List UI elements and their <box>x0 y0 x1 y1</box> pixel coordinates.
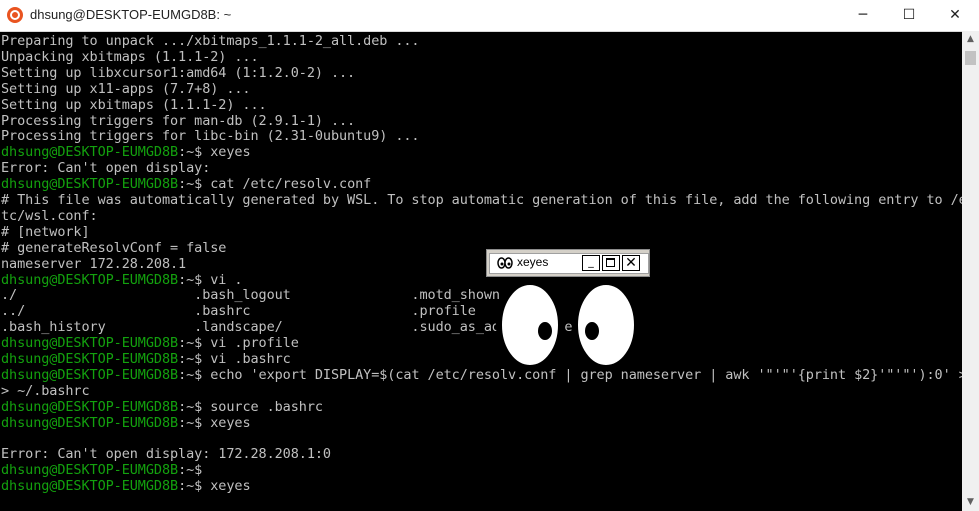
shell-prompt: dhsung@DESKTOP-EUMGD8B <box>1 271 179 288</box>
xeyes-minimize-button[interactable]: _ <box>582 255 600 271</box>
terminal-line: Preparing to unpack .../xbitmaps_1.1.1-2… <box>1 33 420 49</box>
terminal-text: # This file was automatically generated … <box>1 192 962 208</box>
terminal-line: dhsung@DESKTOP-EUMGD8B:~$ xeyes <box>1 415 251 431</box>
terminal-line: > ~/.bashrc <box>1 383 90 399</box>
xeyes-close-button[interactable]: ✕ <box>622 255 640 271</box>
scroll-thumb[interactable] <box>965 51 976 65</box>
terminal-line: # generateResolvConf = false <box>1 240 226 256</box>
xeyes-title-bar[interactable]: xeyes _ ✕ <box>486 249 650 277</box>
terminal-text: nameserver 172.28.208.1 <box>1 255 187 272</box>
terminal-text: :~$ xeyes <box>178 414 251 431</box>
shell-prompt: dhsung@DESKTOP-EUMGD8B <box>1 176 179 193</box>
terminal-line: dhsung@DESKTOP-EUMGD8B:~$ xeyes <box>1 144 251 160</box>
terminal-text: Processing triggers for man-db (2.9.1-1)… <box>1 112 356 129</box>
terminal-text: :~$ vi .profile <box>178 335 299 352</box>
terminal-text: Error: Can't open display: <box>1 160 211 177</box>
terminal-line: tc/wsl.conf: <box>1 208 98 224</box>
terminal-text: :~$ source .bashrc <box>178 398 323 415</box>
terminal-line: Error: Can't open display: 172.28.208.1:… <box>1 446 331 462</box>
terminal-line: dhsung@DESKTOP-EUMGD8B:~$ vi .bashrc <box>1 351 291 367</box>
terminal-line: dhsung@DESKTOP-EUMGD8B:~$ cat /etc/resol… <box>1 176 371 192</box>
right-eye <box>572 279 640 371</box>
terminal-text: # [network] <box>1 223 90 240</box>
terminal-output[interactable]: Preparing to unpack .../xbitmaps_1.1.1-2… <box>0 31 962 511</box>
right-pupil <box>585 322 599 340</box>
terminal-line: dhsung@DESKTOP-EUMGD8B:~$ echo 'export D… <box>1 367 962 383</box>
close-button[interactable]: ✕ <box>932 0 978 31</box>
shell-prompt: dhsung@DESKTOP-EUMGD8B <box>1 335 179 352</box>
terminal-line: Setting up x11-apps (7.7+8) ... <box>1 80 251 97</box>
terminal-text: Error: Can't open display: 172.28.208.1:… <box>1 446 331 463</box>
terminal-text: ./ .bash_logout .motd_shown <box>1 287 500 304</box>
vertical-scrollbar[interactable]: ▲ ▼ <box>962 31 979 511</box>
minimize-button[interactable]: ─ <box>840 0 886 31</box>
terminal-text: :~$ <box>178 462 203 479</box>
terminal-text: Preparing to unpack .../xbitmaps_1.1.1-2… <box>1 33 420 49</box>
shell-prompt: dhsung@DESKTOP-EUMGD8B <box>1 398 179 415</box>
xeyes-icon <box>497 257 513 269</box>
terminal-text: # generateResolvConf = false <box>1 239 227 256</box>
terminal-text: Unpacking xbitmaps (1.1.1-2) ... <box>1 48 259 65</box>
terminal-text: :~$ xeyes <box>178 144 251 161</box>
terminal-line: ../ .bashrc .profile <box>1 303 476 319</box>
terminal-line: Processing triggers for libc-bin (2.31-0… <box>1 128 420 145</box>
maximize-button[interactable]: ☐ <box>886 0 932 31</box>
left-eye <box>496 279 564 371</box>
terminal-line: Error: Can't open display: <box>1 160 210 176</box>
shell-prompt: dhsung@DESKTOP-EUMGD8B <box>1 414 179 431</box>
window-title: dhsung@DESKTOP-EUMGD8B: ~ <box>30 7 232 22</box>
terminal-line: dhsung@DESKTOP-EUMGD8B:~$ <box>1 462 202 478</box>
terminal-line: dhsung@DESKTOP-EUMGD8B:~$ source .bashrc <box>1 399 323 415</box>
terminal-line: ./ .bash_logout .motd_shown <box>1 287 500 303</box>
shell-prompt: dhsung@DESKTOP-EUMGD8B <box>1 462 179 479</box>
shell-prompt: dhsung@DESKTOP-EUMGD8B <box>1 478 179 495</box>
terminal-text: Setting up xbitmaps (1.1.1-2) ... <box>1 96 267 113</box>
terminal-text: tc/wsl.conf: <box>1 207 98 224</box>
title-bar: dhsung@DESKTOP-EUMGD8B: ~ ─ ☐ ✕ <box>0 0 979 32</box>
xeyes-window-title: xeyes <box>517 255 549 269</box>
maximize-icon <box>606 258 615 267</box>
shell-prompt: dhsung@DESKTOP-EUMGD8B <box>1 144 179 161</box>
terminal-line: # [network] <box>1 224 90 240</box>
terminal-line: Setting up libxcursor1:amd64 (1:1.2.0-2)… <box>1 65 355 81</box>
xeyes-eyes <box>496 279 640 371</box>
shell-prompt: dhsung@DESKTOP-EUMGD8B <box>1 351 179 367</box>
terminal-text: > ~/.bashrc <box>1 382 90 399</box>
terminal-line: dhsung@DESKTOP-EUMGD8B:~$ xeyes <box>1 478 251 494</box>
xeyes-maximize-button[interactable] <box>602 255 620 271</box>
terminal-line: dhsung@DESKTOP-EUMGD8B:~$ vi .profile <box>1 335 299 351</box>
terminal-text: Setting up x11-apps (7.7+8) ... <box>1 80 251 97</box>
terminal-line: Processing triggers for man-db (2.9.1-1)… <box>1 113 355 129</box>
terminal-text: Processing triggers for libc-bin (2.31-0… <box>1 128 420 145</box>
scroll-down-arrow-icon[interactable]: ▼ <box>962 494 979 511</box>
terminal-line: Setting up xbitmaps (1.1.1-2) ... <box>1 97 267 113</box>
terminal-text: :~$ vi . <box>178 271 243 288</box>
scroll-up-arrow-icon[interactable]: ▲ <box>962 31 979 48</box>
terminal-text: :~$ vi .bashrc <box>178 351 291 367</box>
left-pupil <box>538 322 552 340</box>
terminal-text: :~$ cat /etc/resolv.conf <box>178 176 372 193</box>
terminal-line: Unpacking xbitmaps (1.1.1-2) ... <box>1 49 259 65</box>
terminal-line: dhsung@DESKTOP-EUMGD8B:~$ vi . <box>1 271 243 288</box>
shell-prompt: dhsung@DESKTOP-EUMGD8B <box>1 366 179 383</box>
terminal-text: :~$ xeyes <box>178 478 251 495</box>
terminal-line: nameserver 172.28.208.1 <box>1 256 186 272</box>
terminal-text: Setting up libxcursor1:amd64 (1:1.2.0-2)… <box>1 64 356 81</box>
terminal-text: ../ .bashrc .profile <box>1 303 476 320</box>
terminal-line: # This file was automatically generated … <box>1 192 962 208</box>
ubuntu-icon[interactable] <box>7 7 23 23</box>
